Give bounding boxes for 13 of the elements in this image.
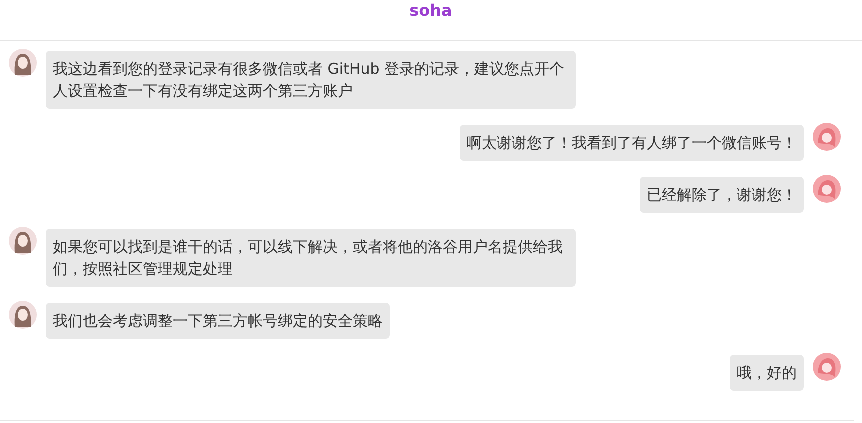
avatar-icon [9, 227, 37, 255]
avatar-icon [9, 49, 37, 77]
message-bubble: 啊太谢谢您了！我看到了有人绑了一个微信账号！ [460, 125, 804, 161]
avatar-icon [813, 123, 841, 151]
message-bubble: 哦，好的 [730, 355, 804, 391]
avatar-icon [813, 175, 841, 203]
avatar-icon [9, 301, 37, 329]
message-bubble: 已经解除了，谢谢您！ [640, 177, 804, 213]
message-bubble: 我这边看到您的登录记录有很多微信或者 GitHub 登录的记录，建议您点开个人设置检查一下有没有绑定这两个第三方账户 [46, 51, 576, 109]
chat-title: soha [410, 1, 452, 20]
message-bubble: 我们也会考虑调整一下第三方帐号绑定的安全策略 [46, 303, 390, 339]
message-bubble: 如果您可以找到是谁干的话，可以线下解决，或者将他的洛谷用户名提供给我们，按照社区管理规定处理 [46, 229, 576, 287]
avatar-icon [813, 353, 841, 381]
